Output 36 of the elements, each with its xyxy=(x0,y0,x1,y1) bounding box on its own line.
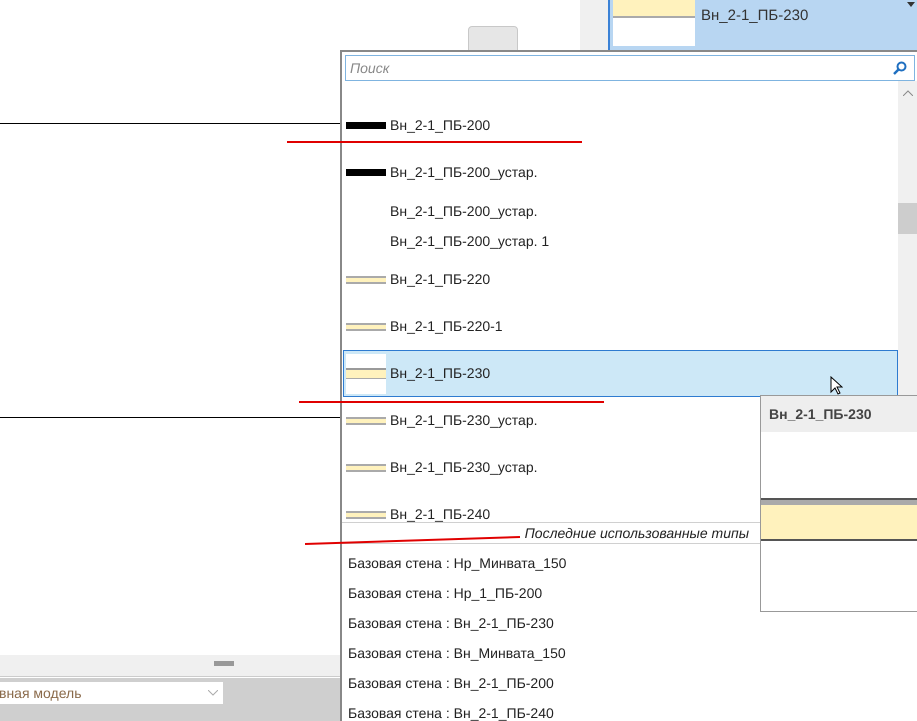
type-list-item[interactable]: Вн_2-1_ПБ-230 xyxy=(343,350,898,397)
type-preview-panel[interactable]: Вн_2-1_ПБ-230 xyxy=(608,0,917,50)
search-icon xyxy=(893,61,907,75)
scroll-up-icon xyxy=(903,90,913,96)
panel-background xyxy=(580,0,608,50)
recent-type-item[interactable]: Базовая стена : Вн_Минвата_150 xyxy=(342,638,917,668)
type-name: Вн_2-1_ПБ-230 xyxy=(701,6,808,26)
wall-swatch-icon xyxy=(346,169,386,176)
wall-swatch-icon xyxy=(346,322,386,330)
type-list-item[interactable]: Вн_2-1_ПБ-200_устар. 1 xyxy=(343,226,898,256)
wall-preview-icon xyxy=(613,0,695,46)
type-list-item[interactable]: Вн_2-1_ПБ-220 xyxy=(343,256,898,303)
wall-swatch-icon xyxy=(346,464,386,472)
type-list-item[interactable]: Вн_2-1_ПБ-230_устар. xyxy=(343,444,898,491)
wall-swatch-icon xyxy=(346,122,386,129)
recent-type-item[interactable]: Базовая стена : Нр_1_ПБ-200 xyxy=(342,578,917,608)
type-list-item[interactable]: Вн_2-1_ПБ-200 xyxy=(343,102,898,149)
chevron-down-icon xyxy=(208,690,218,696)
recent-type-item[interactable]: Базовая стена : Нр_Минвата_150 xyxy=(342,548,917,578)
wall-swatch-icon xyxy=(346,510,386,518)
type-list-item[interactable]: Вн_2-1_ПБ-200_устар. xyxy=(343,149,898,196)
recent-type-item[interactable]: Базовая стена : Вн_2-1_ПБ-240 xyxy=(342,698,917,721)
type-list-item[interactable]: Вн_2-1_ПБ-240 xyxy=(343,491,898,522)
view-dropdown[interactable]: вная модель xyxy=(0,682,223,704)
type-list-item[interactable]: Вн_2-1_ПБ-220-1 xyxy=(343,303,898,350)
search-field[interactable]: Поиск xyxy=(345,55,915,81)
recent-type-item[interactable]: Базовая стена : Вн_2-1_ПБ-200 xyxy=(342,668,917,698)
recent-type-item[interactable]: Базовая стена : Вн_2-1_ПБ-230 xyxy=(342,608,917,638)
resize-handle[interactable] xyxy=(214,661,234,666)
wall-swatch-icon xyxy=(346,276,386,284)
tooltip-title: Вн_2-1_ПБ-230 xyxy=(761,396,917,432)
wall-swatch-icon xyxy=(346,354,386,394)
caret-icon xyxy=(907,2,915,8)
scroll-thumb[interactable] xyxy=(898,203,917,234)
wall-swatch-icon xyxy=(346,416,386,424)
type-list-item[interactable]: Вн_2-1_ПБ-200_устар. xyxy=(343,196,898,226)
